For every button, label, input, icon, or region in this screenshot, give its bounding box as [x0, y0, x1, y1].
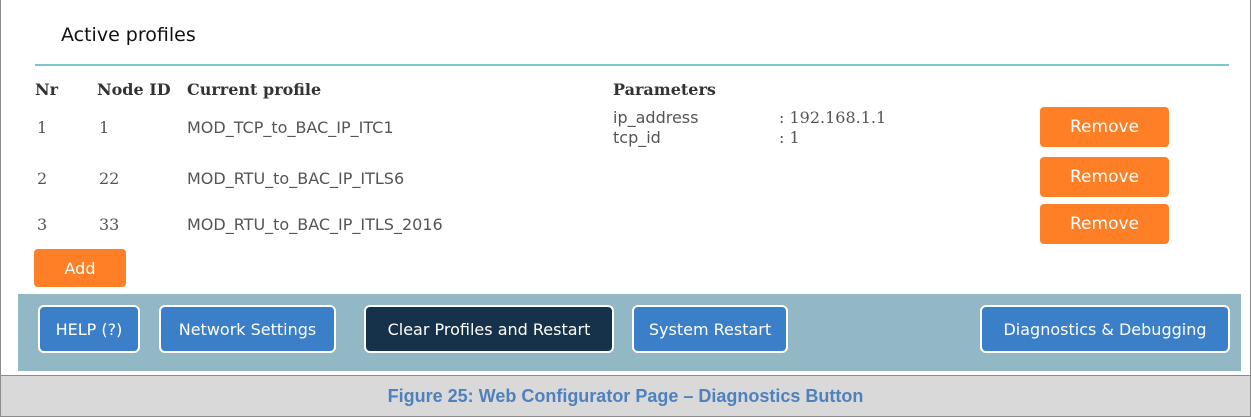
- clear-profiles-restart-button[interactable]: Clear Profiles and Restart: [364, 305, 614, 353]
- row-node-id: 33: [99, 215, 120, 234]
- param-value: : 192.168.1.1: [779, 108, 887, 127]
- header-parameters: Parameters: [613, 80, 716, 99]
- help-button[interactable]: HELP (?): [38, 305, 140, 353]
- header-node-id: Node ID: [97, 80, 171, 99]
- remove-button[interactable]: Remove: [1040, 204, 1169, 244]
- web-configurator-panel: Active profiles Nr Node ID Current profi…: [0, 0, 1251, 375]
- param-value: : 1: [779, 128, 800, 147]
- param-name: tcp_id: [613, 128, 661, 147]
- add-button[interactable]: Add: [34, 249, 126, 287]
- action-toolbar: HELP (?) Network Settings Clear Profiles…: [18, 294, 1241, 371]
- remove-button[interactable]: Remove: [1040, 107, 1169, 147]
- row-profile: MOD_RTU_to_BAC_IP_ITLS6: [187, 169, 405, 188]
- row-profile: MOD_RTU_to_BAC_IP_ITLS_2016: [187, 215, 443, 234]
- header-nr: Nr: [35, 80, 59, 99]
- remove-button[interactable]: Remove: [1040, 157, 1169, 197]
- header-current-profile: Current profile: [187, 80, 322, 99]
- row-node-id: 1: [99, 118, 110, 137]
- system-restart-button[interactable]: System Restart: [632, 305, 788, 353]
- figure-caption: Figure 25: Web Configurator Page – Diagn…: [0, 375, 1251, 417]
- diagnostics-debugging-button[interactable]: Diagnostics & Debugging: [980, 305, 1230, 353]
- network-settings-button[interactable]: Network Settings: [159, 305, 336, 353]
- row-nr: 1: [37, 118, 48, 137]
- param-name: ip_address: [613, 108, 699, 127]
- row-nr: 2: [37, 169, 48, 188]
- row-node-id: 22: [99, 169, 120, 188]
- title-divider: [35, 64, 1229, 66]
- row-profile: MOD_TCP_to_BAC_IP_ITC1: [187, 118, 394, 137]
- section-title: Active profiles: [61, 24, 196, 46]
- row-nr: 3: [37, 215, 48, 234]
